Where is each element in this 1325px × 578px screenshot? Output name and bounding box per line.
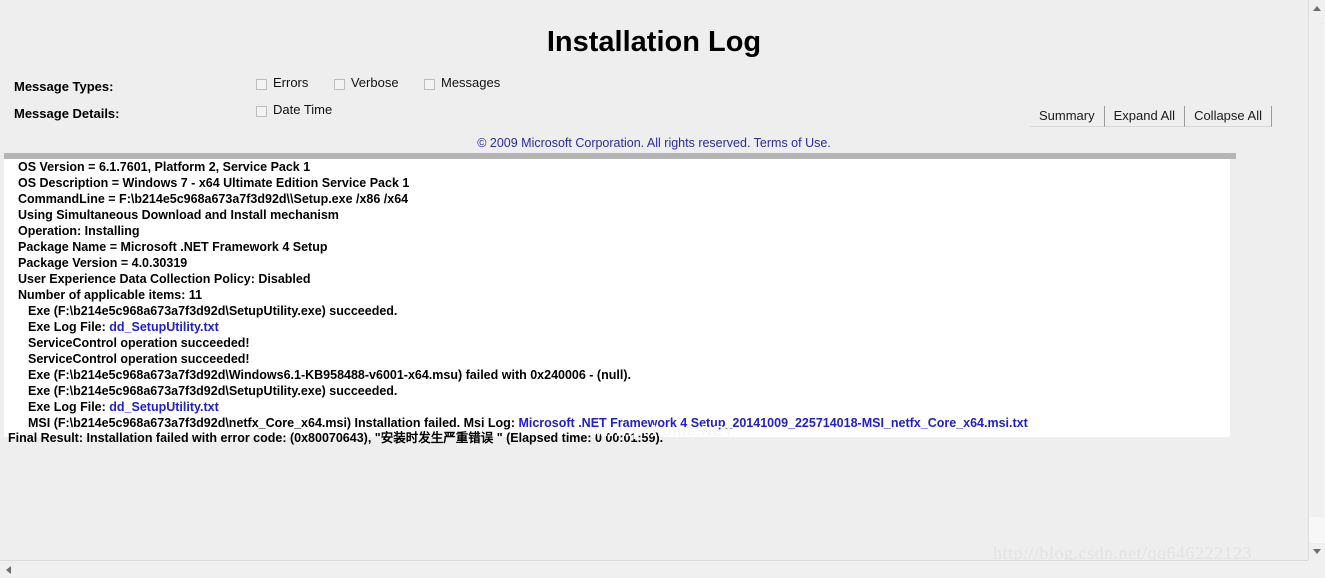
command-links: SummaryExpand AllCollapse All — [1030, 106, 1272, 127]
log-line: Using Simultaneous Download and Install … — [4, 207, 1230, 223]
watermark-bottom: http://blog.csdn.net/qq646222123 — [993, 543, 1252, 560]
log-file-link[interactable]: Microsoft .NET Framework 4 Setup_2014100… — [518, 416, 1027, 430]
log-line-text: ServiceControl operation succeeded! — [28, 336, 250, 350]
log-line: ServiceControl operation succeeded! — [4, 351, 1230, 367]
log-line: MSI (F:\b214e5c968a673a7f3d92d\netfx_Cor… — [4, 415, 1230, 431]
final-result-suffix: " (Elapsed time: 0 00:01:59). — [493, 431, 663, 445]
options-panel: Message Types: Errors Verbose Messages M… — [0, 76, 1308, 132]
log-line: Exe Log File: dd_SetupUtility.txt — [4, 319, 1230, 335]
log-output-area[interactable]: OS Version = 6.1.7601, Platform 2, Servi… — [4, 159, 1230, 437]
log-line: Exe (F:\b214e5c968a673a7f3d92d\SetupUtil… — [4, 383, 1230, 399]
message-details-label: Message Details: — [14, 106, 120, 121]
checkbox-messages-label: Messages — [441, 76, 500, 90]
message-types-row: Message Types: Errors Verbose Messages — [0, 76, 1308, 102]
log-line-text: Exe (F:\b214e5c968a673a7f3d92d\SetupUtil… — [28, 384, 397, 398]
log-line-text: Package Version = 4.0.30319 — [18, 256, 187, 270]
log-line: OS Description = Windows 7 - x64 Ultimat… — [4, 175, 1230, 191]
log-line: Exe Log File: dd_SetupUtility.txt — [4, 399, 1230, 415]
checkbox-messages-box[interactable] — [424, 79, 435, 90]
checkbox-verbose-box[interactable] — [334, 79, 345, 90]
log-line: ServiceControl operation succeeded! — [4, 335, 1230, 351]
scroll-down-arrow-icon[interactable] — [1309, 543, 1325, 560]
log-line-text: CommandLine = F:\b214e5c968a673a7f3d92d\… — [18, 192, 408, 206]
checkbox-verbose-label: Verbose — [351, 76, 399, 90]
log-line-text: Exe (F:\b214e5c968a673a7f3d92d\Windows6.… — [28, 368, 631, 382]
page-viewport: Installation Log Message Types: Errors V… — [0, 0, 1308, 560]
checkbox-date-time[interactable]: Date Time — [256, 103, 332, 121]
checkbox-messages[interactable]: Messages — [424, 76, 500, 94]
log-line-text: OS Description = Windows 7 - x64 Ultimat… — [18, 176, 409, 190]
log-line-text: Exe (F:\b214e5c968a673a7f3d92d\SetupUtil… — [28, 304, 397, 318]
scrollbar-corner — [1308, 560, 1325, 578]
log-line-text: Package Name = Microsoft .NET Framework … — [18, 240, 327, 254]
checkbox-verbose[interactable]: Verbose — [334, 76, 399, 94]
final-result-message-cjk: 安装时发生严重错误 — [381, 430, 494, 445]
log-line: User Experience Data Collection Policy: … — [4, 271, 1230, 287]
checkbox-date-time-box[interactable] — [256, 106, 267, 117]
log-file-link[interactable]: dd_SetupUtility.txt — [109, 400, 219, 414]
log-line-text: ServiceControl operation succeeded! — [28, 352, 250, 366]
vertical-scroll-track[interactable] — [1309, 17, 1325, 543]
log-line-text: User Experience Data Collection Policy: … — [18, 272, 310, 286]
log-line: CommandLine = F:\b214e5c968a673a7f3d92d\… — [4, 191, 1230, 207]
message-types-label: Message Types: — [14, 79, 113, 94]
log-file-link[interactable]: dd_SetupUtility.txt — [109, 320, 219, 334]
log-line-text: Using Simultaneous Download and Install … — [18, 208, 339, 222]
log-line: Exe (F:\b214e5c968a673a7f3d92d\Windows6.… — [4, 367, 1230, 383]
log-line-text: Operation: Installing — [18, 224, 140, 238]
expand-all-button[interactable]: Expand All — [1105, 106, 1185, 127]
checkbox-date-time-label: Date Time — [273, 103, 332, 117]
log-line: Operation: Installing — [4, 223, 1230, 239]
log-line-text: Number of applicable items: 11 — [18, 288, 202, 302]
log-line: Package Version = 4.0.30319 — [4, 255, 1230, 271]
checkbox-errors-label: Errors — [273, 76, 308, 90]
log-line-text: Exe Log File: — [28, 400, 109, 414]
final-result-prefix: Final Result: Installation failed with e… — [8, 431, 381, 445]
log-line-text: Exe Log File: — [28, 320, 109, 334]
checkbox-errors[interactable]: Errors — [256, 76, 308, 94]
log-line: Exe (F:\b214e5c968a673a7f3d92d\SetupUtil… — [4, 303, 1230, 319]
log-line: Package Name = Microsoft .NET Framework … — [4, 239, 1230, 255]
horizontal-scrollbar[interactable] — [0, 560, 1308, 578]
collapse-all-button[interactable]: Collapse All — [1185, 106, 1272, 127]
message-types-checkbox-group: Errors Verbose Messages — [256, 76, 521, 94]
summary-button[interactable]: Summary — [1030, 106, 1105, 127]
scroll-left-arrow-icon[interactable] — [0, 561, 17, 578]
checkbox-errors-box[interactable] — [256, 79, 267, 90]
log-line-text: MSI (F:\b214e5c968a673a7f3d92d\netfx_Cor… — [28, 416, 518, 430]
copyright-notice[interactable]: © 2009 Microsoft Corporation. All rights… — [0, 135, 1308, 151]
message-details-checkbox-group: Date Time — [256, 103, 353, 121]
vertical-scroll-thumb[interactable] — [1310, 17, 1324, 517]
log-line: Number of applicable items: 11 — [4, 287, 1230, 303]
final-result-line: Final Result: Installation failed with e… — [8, 430, 663, 446]
log-line-text: OS Version = 6.1.7601, Platform 2, Servi… — [18, 160, 310, 174]
vertical-scrollbar[interactable] — [1308, 0, 1325, 578]
page-title: Installation Log — [0, 0, 1308, 59]
scroll-up-arrow-icon[interactable] — [1309, 0, 1325, 17]
log-line: OS Version = 6.1.7601, Platform 2, Servi… — [4, 159, 1230, 175]
